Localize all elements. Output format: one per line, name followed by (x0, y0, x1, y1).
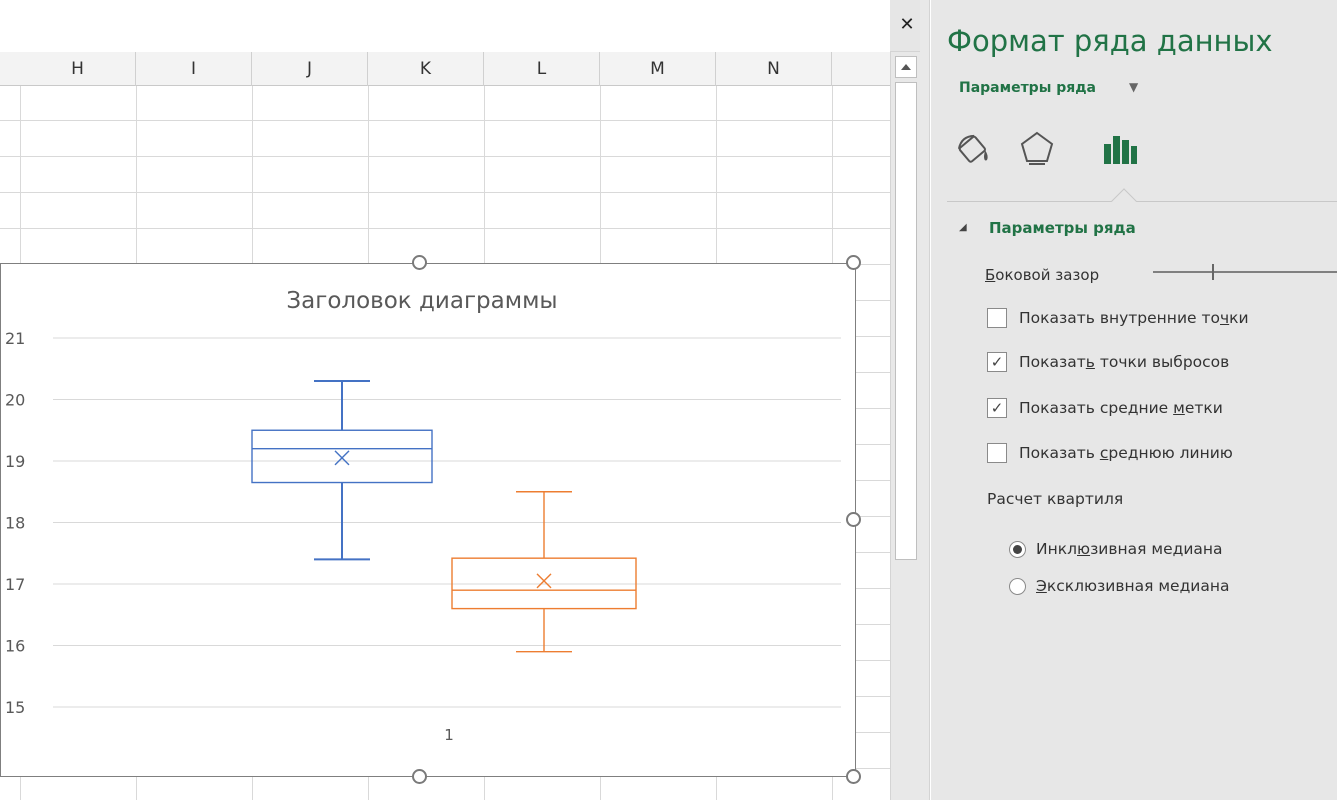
grid-row-line (0, 192, 890, 193)
series-options-dropdown[interactable]: Параметры ряда (959, 80, 1096, 96)
checkbox[interactable]: ✓ (987, 352, 1007, 372)
column-headers: HIJKLMN (0, 52, 890, 86)
resize-handle-top-right[interactable] (846, 255, 861, 270)
show-mean-line-checkbox[interactable]: Показать среднюю линию (987, 441, 1233, 465)
format-data-series-pane: Формат ряда данных Параметры ряда ▼ ◢ Па… (931, 0, 1337, 800)
tab-divider (947, 201, 1337, 202)
y-tick-label: 15 (5, 698, 25, 717)
pane-title: Формат ряда данных (947, 24, 1273, 58)
y-tick-label: 21 (5, 329, 25, 348)
y-tick-label: 17 (5, 575, 25, 594)
box-plot-chart[interactable]: 15 16 17 18 19 20 21 Заголовок диаграммы 1 (0, 263, 856, 777)
checkbox-label: Показать внутренние точки (1019, 309, 1249, 327)
vertical-scrollbar[interactable] (890, 52, 920, 800)
show-outlier-points-checkbox[interactable]: ✓ Показать точки выбросов (987, 350, 1229, 374)
grid-row-line (0, 120, 890, 121)
column-header-l[interactable]: L (484, 52, 600, 86)
column-header-k[interactable]: K (368, 52, 484, 86)
checkbox[interactable] (987, 308, 1007, 328)
chevron-up-icon (901, 64, 911, 70)
resize-handle-bottom-right[interactable] (846, 769, 861, 784)
grid-row-line (0, 228, 890, 229)
checkbox-label: Показать средние метки (1019, 399, 1223, 417)
collapse-triangle-icon[interactable]: ◢ (959, 222, 967, 233)
slider-thumb[interactable] (1212, 264, 1214, 280)
tab-selection-notch (1111, 188, 1137, 214)
pane-separator[interactable] (920, 0, 930, 800)
bar-chart-icon (1104, 136, 1137, 164)
checkbox-label: Показать точки выбросов (1019, 353, 1230, 371)
column-header-m[interactable]: M (600, 52, 716, 86)
resize-handle-right[interactable] (846, 512, 861, 527)
scroll-up-button[interactable] (895, 56, 917, 78)
resize-handle-bottom[interactable] (412, 769, 427, 784)
column-header-i[interactable]: I (136, 52, 252, 86)
y-tick-label: 20 (5, 391, 25, 410)
radio-dot (1013, 544, 1022, 554)
slider-track (1153, 271, 1337, 273)
box (251, 429, 433, 484)
column-header-h[interactable]: H (20, 52, 136, 86)
gap-width-label-accesskey: Б (985, 266, 996, 284)
chart-canvas: 15 16 17 18 19 20 21 Заголовок диаграммы 1 (5, 288, 841, 744)
column-header-j[interactable]: J (252, 52, 368, 86)
checkbox[interactable] (987, 443, 1007, 463)
x-tick-label: 1 (444, 726, 454, 744)
gap-width-label: Боковой зазор (985, 266, 1099, 284)
radio-button[interactable] (1009, 540, 1026, 558)
show-mean-markers-checkbox[interactable]: ✓ Показать средние метки (987, 396, 1223, 420)
effects-tab[interactable] (1017, 126, 1057, 170)
excel-window: ✕ HIJKLMN 15 16 17 18 19 20 21 Заголовок диагра… (0, 0, 1337, 800)
section-title[interactable]: Параметры ряда (989, 219, 1136, 237)
radio-button[interactable] (1009, 577, 1026, 595)
fill-line-tab[interactable] (955, 126, 995, 170)
grid-row-line (0, 156, 890, 157)
show-inner-points-checkbox[interactable]: Показать внутренние точки (987, 306, 1249, 330)
checkbox[interactable]: ✓ (987, 398, 1007, 418)
checkbox-label: Показать среднюю линию (1019, 444, 1233, 462)
pentagon-icon (1020, 131, 1054, 165)
radio-label: Инклюзивная медиана (1036, 540, 1223, 558)
gap-width-slider[interactable] (1153, 264, 1337, 280)
chart-title: Заголовок диаграммы (286, 288, 557, 314)
exclusive-median-radio[interactable]: Эксклюзивная медиана (1009, 575, 1230, 597)
series-options-tab[interactable] (1099, 126, 1139, 170)
y-tick-label: 19 (5, 452, 25, 471)
radio-label: Эксклюзивная медиана (1036, 577, 1230, 595)
close-pane-button[interactable]: ✕ (896, 12, 918, 36)
quartile-calculation-label: Расчет квартиля (987, 490, 1124, 508)
resize-handle-top[interactable] (412, 255, 427, 270)
scroll-thumb[interactable] (895, 82, 917, 560)
paint-bucket-icon (957, 134, 988, 163)
box (451, 557, 637, 610)
y-tick-label: 16 (5, 637, 25, 656)
inclusive-median-radio[interactable]: Инклюзивная медиана (1009, 538, 1223, 560)
gap-width-label-text: оковой зазор (995, 266, 1100, 284)
column-header-n[interactable]: N (716, 52, 832, 86)
y-tick-label: 18 (5, 514, 25, 533)
chevron-down-icon[interactable]: ▼ (1129, 80, 1138, 94)
